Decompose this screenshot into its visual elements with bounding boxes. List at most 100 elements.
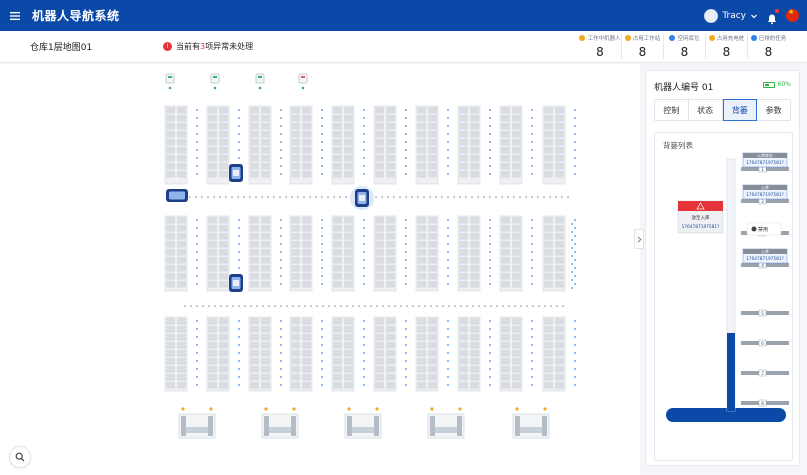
slot-number: 1 (761, 167, 764, 173)
path-node (321, 173, 323, 175)
shelf-block[interactable] (248, 105, 272, 185)
shelf-cell (250, 249, 259, 256)
shelf-block[interactable] (289, 105, 313, 185)
path-node (196, 149, 198, 151)
shelf-block[interactable] (164, 215, 188, 292)
path-node (213, 196, 215, 198)
basket-slot[interactable]: 5 (741, 309, 789, 317)
shelf-block[interactable] (373, 105, 397, 185)
shelf-cell (544, 155, 553, 162)
shelf-block[interactable] (331, 105, 355, 185)
path-node (238, 157, 240, 159)
map-canvas[interactable] (0, 64, 640, 475)
tab-basket[interactable]: 背篓 (722, 99, 758, 121)
shelf-block[interactable] (542, 316, 566, 392)
shelf-block[interactable] (499, 105, 523, 185)
workstation[interactable] (178, 407, 216, 439)
warehouse-map[interactable] (0, 64, 640, 475)
alert-banner[interactable]: ! 当前有 3 项异常未处理 (163, 41, 253, 52)
path-node (489, 196, 491, 198)
shelf-block[interactable] (206, 105, 230, 185)
path-node (424, 305, 426, 307)
shelf-block[interactable] (457, 215, 481, 292)
path-node (405, 173, 407, 175)
alert-slot-card[interactable]: 放至入库 1764787197581? (677, 200, 724, 234)
workstation[interactable] (512, 407, 550, 439)
shelf-block[interactable] (289, 215, 313, 292)
shelf-block[interactable] (373, 316, 397, 392)
charger-station[interactable] (165, 73, 175, 90)
shelf-cell (417, 163, 426, 170)
basket-slot[interactable]: 4 入库 1764787197581? (741, 248, 789, 269)
shelf-block[interactable] (373, 215, 397, 292)
shelf-block[interactable] (164, 316, 188, 392)
hamburger-icon[interactable] (0, 0, 30, 31)
shelf-cell (219, 334, 228, 341)
shelf-cell (344, 139, 353, 146)
disabled-tag[interactable]: 禁用 (746, 222, 782, 236)
shelf-block[interactable] (206, 316, 230, 392)
bell-icon[interactable] (766, 8, 779, 24)
workstation[interactable] (427, 407, 465, 439)
basket-slot[interactable]: 7 (741, 369, 789, 377)
shelf-block[interactable] (499, 215, 523, 292)
slot-label: 入库库存 (757, 152, 773, 158)
shelf-block[interactable] (206, 215, 230, 292)
shelf-block[interactable] (331, 316, 355, 392)
shelf-cell (261, 123, 270, 130)
basket-slot[interactable]: 2 入库 1764787197581? (741, 184, 789, 205)
avatar[interactable] (704, 8, 719, 23)
shelf-cell (302, 233, 311, 240)
shelf-cell (459, 249, 468, 256)
workstation[interactable] (261, 407, 299, 439)
chevron-down-icon[interactable] (750, 12, 758, 20)
shelf-block[interactable] (415, 316, 439, 392)
shelf-block[interactable] (415, 215, 439, 292)
path-node (489, 328, 491, 330)
shelf-block[interactable] (331, 215, 355, 292)
user-name[interactable]: Tracy (722, 11, 746, 21)
path-node (238, 109, 240, 111)
robot-marker[interactable] (229, 274, 243, 292)
path-node (195, 196, 197, 198)
shelf-cell (375, 249, 384, 256)
search-button[interactable] (9, 446, 31, 468)
charger-station[interactable] (255, 73, 265, 90)
tab-status[interactable]: 状态 (689, 100, 723, 120)
shelf-cell (302, 107, 311, 114)
basket-slot[interactable]: 8 (741, 399, 789, 407)
robot-marker[interactable] (166, 189, 188, 202)
basket-slot[interactable]: 1 入库库存 1764787197581? (741, 152, 789, 173)
shelf-block[interactable] (542, 215, 566, 292)
shelf-block[interactable] (457, 316, 481, 392)
shelf-block[interactable] (457, 105, 481, 185)
workstation-post (347, 416, 352, 436)
task-icon (750, 35, 757, 41)
shelf-block[interactable] (499, 316, 523, 392)
shelf-block[interactable] (164, 105, 188, 185)
path-node (196, 173, 198, 175)
robot-marker[interactable] (229, 164, 243, 182)
map-name[interactable]: 仓库1层地图01 (30, 40, 92, 53)
panel-toggle-button[interactable] (634, 229, 644, 249)
shelf-cell (291, 342, 300, 349)
path-node (447, 243, 449, 245)
shelf-cell (470, 334, 479, 341)
path-node (309, 196, 311, 198)
shelf-block[interactable] (289, 316, 313, 392)
workstation[interactable] (344, 407, 382, 439)
shelf-block[interactable] (248, 215, 272, 292)
tab-control[interactable]: 控制 (655, 100, 689, 120)
user-menu[interactable]: Tracy (704, 8, 758, 23)
robot-marker[interactable] (350, 186, 374, 210)
tab-params[interactable]: 参数 (757, 100, 790, 120)
shelf-cell (177, 225, 186, 232)
shelf-block[interactable] (542, 105, 566, 185)
basket-slot[interactable]: 6 (741, 339, 789, 347)
charger-station[interactable] (210, 73, 220, 90)
flag-cn-icon[interactable] (786, 9, 799, 22)
shelf-block[interactable] (415, 105, 439, 185)
charger-station[interactable] (298, 73, 308, 90)
shelf-cell (166, 249, 175, 256)
shelf-block[interactable] (248, 316, 272, 392)
